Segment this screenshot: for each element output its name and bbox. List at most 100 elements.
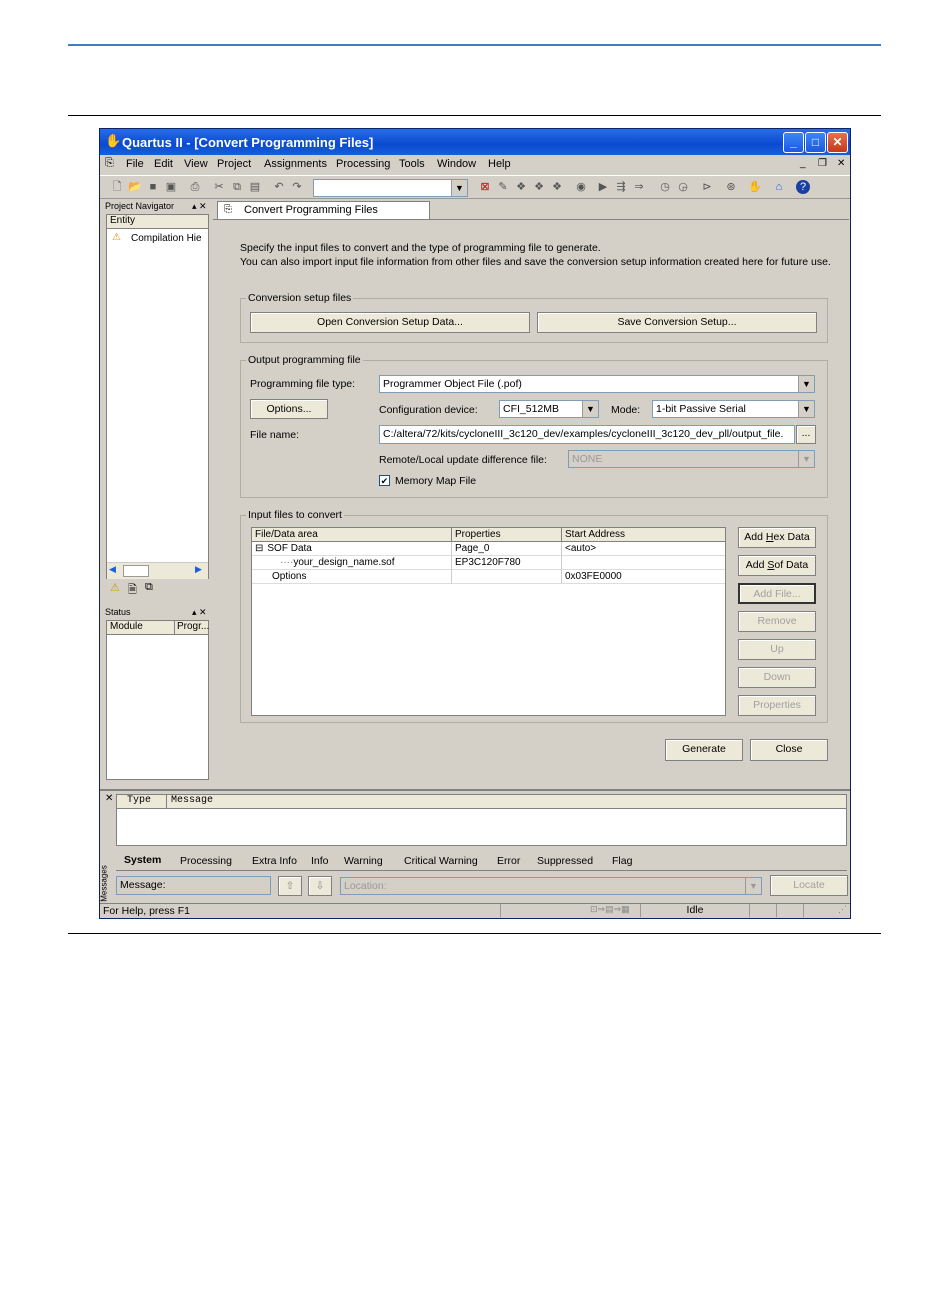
msg-tab-processing[interactable]: Processing <box>180 855 232 867</box>
start-compile-icon[interactable]: ▶ <box>596 180 610 194</box>
copy-icon[interactable]: ⧉ <box>230 180 244 194</box>
msg-tab-info[interactable]: Info <box>311 855 329 867</box>
msg-tab-suppressed[interactable]: Suppressed <box>537 855 593 867</box>
properties-button[interactable]: Properties <box>738 695 816 716</box>
simulator-icon[interactable]: ⊳ <box>700 180 714 194</box>
print-icon[interactable]: ⎙ <box>188 180 202 194</box>
messages-close-icon[interactable]: ✕ <box>105 793 113 804</box>
synthesis-icon[interactable]: ⇒ <box>632 180 646 194</box>
locate-button[interactable]: Locate <box>770 875 848 896</box>
menu-tools[interactable]: Tools <box>399 158 425 170</box>
previous-message-button[interactable]: ⇧ <box>278 876 302 896</box>
scroll-right-icon[interactable]: ▶ <box>195 564 202 575</box>
collapse-icon[interactable]: ⊟ <box>255 543 263 554</box>
mdi-restore-icon[interactable]: ❐ <box>818 158 827 169</box>
module-column-header[interactable]: Module <box>107 621 175 635</box>
status-pin-icon[interactable]: ▴ ✕ <box>192 607 207 618</box>
maximize-button[interactable]: □ <box>805 132 826 153</box>
stop-icon[interactable]: ◉ <box>574 180 588 194</box>
up-button[interactable]: Up <box>738 639 816 660</box>
settings-icon[interactable]: ⊠ <box>478 180 492 194</box>
options-button[interactable]: Options... <box>250 399 328 419</box>
open-icon[interactable]: 📂 <box>128 180 142 194</box>
hierarchy-tab-icon[interactable]: ⚠ <box>110 581 120 594</box>
design-units-tab-icon[interactable]: ⧉ <box>145 581 153 594</box>
save-icon[interactable]: ■ <box>146 180 160 194</box>
menu-window[interactable]: Window <box>437 158 476 170</box>
entity-column-header[interactable]: Entity <box>107 215 208 229</box>
pin-icon[interactable]: ❖ <box>514 180 528 194</box>
analysis-icon[interactable]: ⇶ <box>614 180 628 194</box>
progress-column-header[interactable]: Progr... <box>175 621 209 635</box>
chip-planner-icon[interactable]: ❖ <box>550 180 564 194</box>
remote-update-select[interactable]: NONE ▼ <box>568 450 815 468</box>
resize-grip-icon[interactable]: ⋰ <box>838 904 847 915</box>
remove-button[interactable]: Remove <box>738 611 816 632</box>
msg-tab-flag[interactable]: Flag <box>612 855 632 867</box>
mdi-minimize-icon[interactable]: _ <box>800 158 806 169</box>
pencil-icon[interactable]: ✎ <box>496 180 510 194</box>
close-window-button[interactable]: ✕ <box>827 132 848 153</box>
memory-map-checkbox[interactable]: ✔ <box>379 475 390 486</box>
file-type-select[interactable]: Programmer Object File (.pof) ▼ <box>379 375 815 393</box>
messages-list[interactable]: Type Message <box>116 794 847 846</box>
msg-tab-system[interactable]: System <box>124 854 161 866</box>
navigator-scrollbar[interactable]: ◀ ▶ <box>107 562 208 579</box>
new-icon[interactable]: 🗋 <box>110 180 124 194</box>
table-row[interactable]: ⊟ SOF Data Page_0 <auto> <box>252 542 725 556</box>
msg-tab-critical-warning[interactable]: Critical Warning <box>404 855 478 867</box>
msg-tab-extra-info[interactable]: Extra Info <box>252 855 297 867</box>
navigator-pin-icon[interactable]: ▴ ✕ <box>192 201 207 212</box>
hand-icon[interactable]: ✋ <box>748 180 762 194</box>
mdi-close-icon[interactable]: ✕ <box>837 158 845 169</box>
programmer-icon[interactable]: ⊛ <box>724 180 738 194</box>
files-tab-icon[interactable]: 🗎 <box>128 581 137 600</box>
mode-select[interactable]: 1-bit Passive Serial ▼ <box>652 400 815 418</box>
generate-button[interactable]: Generate <box>665 739 743 761</box>
save-all-icon[interactable]: ▣ <box>164 180 178 194</box>
undo-icon[interactable]: ↶ <box>272 180 286 194</box>
paste-icon[interactable]: ▤ <box>248 180 262 194</box>
menu-edit[interactable]: Edit <box>154 158 173 170</box>
browse-button[interactable]: ... <box>796 425 816 444</box>
start-address-header[interactable]: Start Address <box>562 528 725 542</box>
menu-assignments[interactable]: Assignments <box>264 158 327 170</box>
menu-view[interactable]: View <box>184 158 208 170</box>
next-message-button[interactable]: ⇩ <box>308 876 332 896</box>
table-row[interactable]: Options 0x03FE0000 <box>252 570 725 584</box>
properties-header[interactable]: Properties <box>452 528 562 542</box>
msg-tab-warning[interactable]: Warning <box>344 855 383 867</box>
file-data-area-header[interactable]: File/Data area <box>252 528 452 542</box>
config-device-select[interactable]: CFI_512MB ▼ <box>499 400 599 418</box>
add-sof-data-button[interactable]: Add Sof Data <box>738 555 816 576</box>
message-column-header[interactable]: Message <box>167 795 846 809</box>
scroll-thumb[interactable] <box>123 565 149 577</box>
type-column-header[interactable]: Type <box>117 795 167 809</box>
help-icon[interactable]: ? <box>796 180 810 194</box>
menu-processing[interactable]: Processing <box>336 158 390 170</box>
open-conversion-setup-button[interactable]: Open Conversion Setup Data... <box>250 312 530 333</box>
message-field[interactable]: Message: <box>116 876 271 895</box>
add-hex-data-button[interactable]: Add Hex Data <box>738 527 816 548</box>
timing-analyzer-icon[interactable]: ◶ <box>676 180 690 194</box>
title-bar[interactable]: ✋ Quartus II - [Convert Programming File… <box>100 129 850 155</box>
cut-icon[interactable]: ✂ <box>212 180 226 194</box>
entity-combo[interactable]: ▼ <box>313 179 468 197</box>
add-file-button[interactable]: Add File... <box>738 583 816 604</box>
compilation-hierarchy-item[interactable]: Compilation Hie <box>131 233 202 244</box>
menu-file[interactable]: File <box>126 158 144 170</box>
file-name-input[interactable]: C:/altera/72/kits/cycloneIII_3c120_dev/e… <box>379 425 795 444</box>
msg-tab-error[interactable]: Error <box>497 855 520 867</box>
scroll-left-icon[interactable]: ◀ <box>109 564 116 575</box>
doc-tab-convert[interactable]: ⎘ Convert Programming Files <box>217 201 430 219</box>
down-button[interactable]: Down <box>738 667 816 688</box>
menu-project[interactable]: Project <box>217 158 251 170</box>
input-files-table[interactable]: File/Data area Properties Start Address … <box>251 527 726 716</box>
menu-help[interactable]: Help <box>488 158 511 170</box>
table-row[interactable]: ····your_design_name.sof EP3C120F780 <box>252 556 725 570</box>
minimize-button[interactable]: _ <box>783 132 804 153</box>
chip-icon[interactable]: ❖ <box>532 180 546 194</box>
timing-icon[interactable]: ◷ <box>658 180 672 194</box>
save-conversion-setup-button[interactable]: Save Conversion Setup... <box>537 312 817 333</box>
home-icon[interactable]: ⌂ <box>772 180 786 194</box>
